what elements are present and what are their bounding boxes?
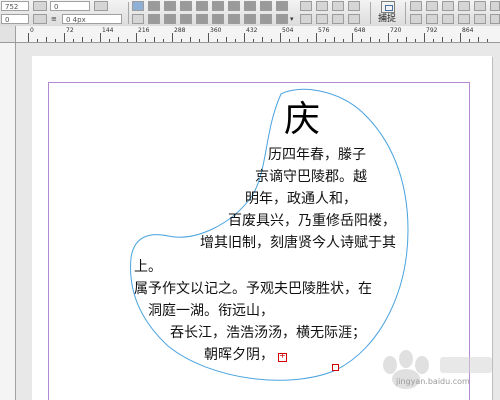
text-line-7: 属予作文以记之。予观夫巴陵胜状，在 <box>134 281 372 297</box>
overset-text-icon[interactable] <box>278 351 287 362</box>
text-line-2: 京谪守巴陵郡。越 <box>255 169 367 185</box>
out-port-icon[interactable] <box>332 364 339 371</box>
baidu-watermark-logo <box>383 350 492 389</box>
text-line-1: 历四年春，滕子 <box>268 147 366 163</box>
watermark-url: jingyan.baidu.com <box>396 377 470 386</box>
text-line-10: 朝晖夕阴， <box>204 347 274 363</box>
text-line-9: 吞长江，浩浩汤汤，横无际涯； <box>170 325 366 341</box>
text-line-5: 增其旧制，刻唐贤今人诗赋于其 <box>200 235 396 251</box>
text-line-6: 上。 <box>134 259 162 275</box>
text-line-8: 洞庭一湖。衔远山， <box>148 303 274 319</box>
title-character: 庆 <box>284 99 321 140</box>
text-line-4: 百废具兴，乃重修岳阳楼， <box>228 213 396 229</box>
text-line-3: 明年，政通人和， <box>245 191 357 207</box>
